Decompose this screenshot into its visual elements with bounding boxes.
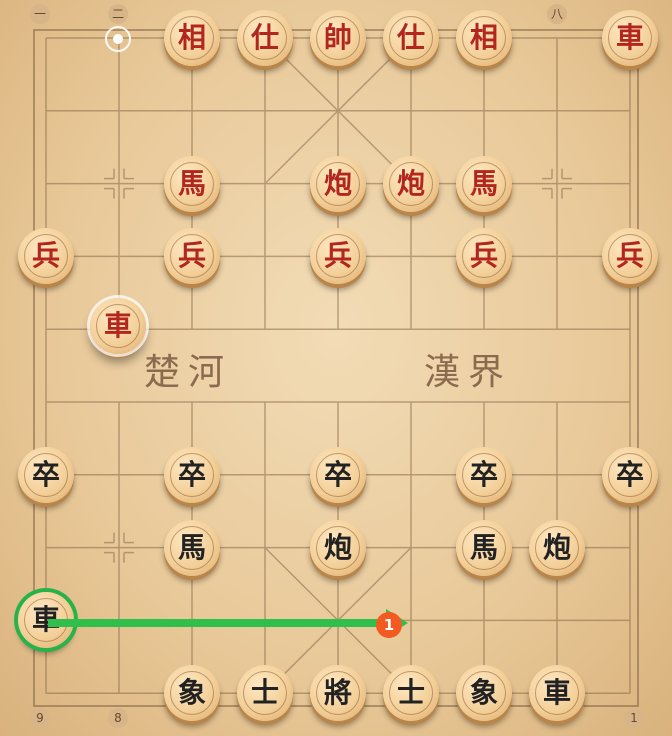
xiangqi-board[interactable]: 一 二 八 9 8 1 楚河 漢界 相仕帥仕相車馬炮炮馬兵兵兵兵兵車卒卒卒卒卒馬… — [0, 0, 672, 736]
coord-top-1: 一 — [30, 4, 50, 24]
piece-label: 仕 — [396, 21, 425, 54]
red-piece-0[interactable]: 相 — [164, 10, 220, 66]
red-piece-14[interactable]: 兵 — [602, 228, 658, 285]
piece-label: 士 — [396, 676, 425, 710]
black-piece-6[interactable]: 炮 — [310, 519, 366, 576]
black-piece-0[interactable]: 卒 — [18, 446, 74, 503]
red-piece-9[interactable]: 馬 — [456, 155, 512, 212]
red-piece-6[interactable]: 馬 — [164, 155, 220, 212]
piece-label: 兵 — [469, 239, 498, 273]
piece-label: 相 — [177, 21, 206, 54]
black-piece-10[interactable]: 象 — [164, 665, 220, 722]
black-piece-1[interactable]: 卒 — [164, 446, 220, 503]
piece-label: 車 — [103, 309, 132, 342]
red-piece-12[interactable]: 兵 — [310, 228, 366, 285]
piece-label: 炮 — [323, 166, 352, 200]
river-right-text: 漢界 — [424, 352, 513, 393]
piece-label: 士 — [250, 676, 279, 710]
red-piece-15[interactable]: 車 — [90, 298, 146, 354]
red-piece-11[interactable]: 兵 — [164, 228, 220, 285]
piece-label: 馬 — [469, 166, 498, 200]
black-piece-3[interactable]: 卒 — [456, 446, 512, 503]
black-piece-4[interactable]: 卒 — [602, 446, 658, 503]
piece-label: 兵 — [177, 239, 206, 273]
piece-label: 車 — [615, 21, 644, 54]
red-piece-8[interactable]: 炮 — [383, 155, 439, 212]
piece-label: 炮 — [542, 530, 571, 564]
black-piece-15[interactable]: 車 — [529, 665, 585, 722]
black-piece-8[interactable]: 炮 — [529, 519, 585, 576]
red-piece-2[interactable]: 帥 — [310, 10, 366, 66]
piece-label: 象 — [177, 676, 206, 710]
move-hint-arrow — [48, 619, 388, 627]
black-piece-11[interactable]: 士 — [237, 665, 293, 722]
piece-label: 仕 — [250, 21, 279, 54]
last-move-origin-marker — [105, 26, 131, 52]
piece-label: 卒 — [469, 457, 498, 491]
black-piece-2[interactable]: 卒 — [310, 446, 366, 503]
piece-label: 帥 — [323, 21, 352, 54]
coord-bottom-8: 8 — [108, 708, 128, 728]
piece-label: 馬 — [177, 530, 206, 564]
piece-label: 炮 — [323, 530, 352, 564]
piece-label: 車 — [542, 676, 571, 710]
coord-bottom-9: 9 — [30, 708, 50, 728]
piece-label: 卒 — [323, 457, 352, 491]
piece-label: 炮 — [396, 166, 425, 200]
piece-label: 卒 — [31, 457, 60, 491]
red-piece-13[interactable]: 兵 — [456, 228, 512, 285]
black-piece-12[interactable]: 將 — [310, 665, 366, 722]
piece-label: 卒 — [615, 457, 644, 491]
red-piece-5[interactable]: 車 — [602, 10, 658, 66]
river-left-text: 楚河 — [144, 352, 233, 393]
piece-label: 馬 — [469, 530, 498, 564]
piece-label: 兵 — [323, 239, 352, 273]
piece-label: 馬 — [177, 166, 206, 200]
black-piece-7[interactable]: 馬 — [456, 519, 512, 576]
red-piece-4[interactable]: 相 — [456, 10, 512, 66]
black-piece-13[interactable]: 士 — [383, 665, 439, 722]
red-piece-7[interactable]: 炮 — [310, 155, 366, 212]
piece-label: 將 — [323, 676, 352, 710]
red-piece-3[interactable]: 仕 — [383, 10, 439, 66]
black-piece-5[interactable]: 馬 — [164, 519, 220, 576]
coord-top-8: 八 — [547, 4, 567, 24]
piece-label: 相 — [469, 21, 498, 54]
piece-label: 卒 — [177, 457, 206, 491]
red-piece-1[interactable]: 仕 — [237, 10, 293, 66]
piece-label: 兵 — [31, 239, 60, 273]
piece-label: 兵 — [615, 239, 644, 273]
red-piece-10[interactable]: 兵 — [18, 228, 74, 285]
move-hint-badge: 1 — [376, 612, 402, 638]
black-piece-14[interactable]: 象 — [456, 665, 512, 722]
piece-label: 象 — [469, 676, 498, 710]
coord-top-2: 二 — [108, 4, 128, 24]
coord-bottom-1: 1 — [624, 708, 644, 728]
